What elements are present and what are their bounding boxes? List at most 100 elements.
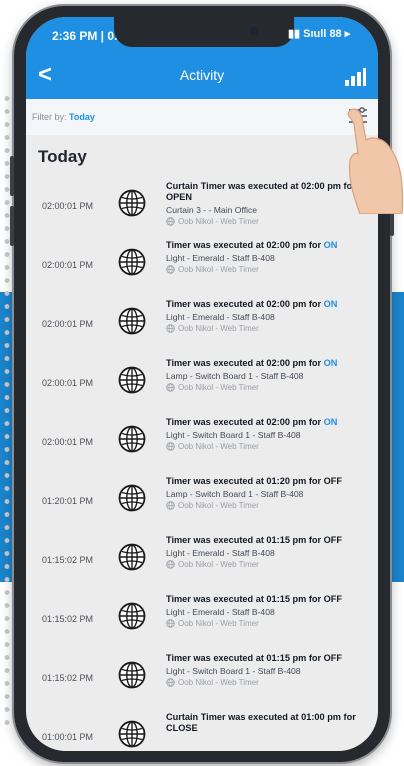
activity-time: 02:00:01 PM	[42, 260, 94, 270]
activity-title-text: Timer was executed at 01:15 pm for OFF	[166, 594, 342, 604]
activity-source-text: Oob Nikol - Web Timer	[178, 324, 259, 333]
activity-title: Timer was executed at 01:15 pm for OFF	[166, 594, 376, 605]
activity-time: 02:00:01 PM	[42, 319, 94, 329]
activity-source-text: Oob Nikol - Web Timer	[178, 619, 259, 628]
activity-source: Oob Nikol - Web Timer	[166, 442, 376, 451]
activity-text: Timer was executed at 01:15 pm for OFF Li…	[166, 535, 376, 569]
activity-time: 01:15:02 PM	[42, 555, 94, 565]
activity-row[interactable]: 02:00:01 PM Timer was executed at 02:00 p…	[26, 354, 378, 413]
activity-text: Timer was executed at 01:15 pm for OFF Li…	[166, 653, 376, 687]
activity-time: 01:20:01 PM	[42, 496, 94, 506]
volume-button	[10, 156, 14, 196]
status-bar: 2:36 PM | 0... ▮▮ Sıull 88 ▸	[26, 17, 378, 53]
activity-source: Oob Nikol - Web Timer	[166, 619, 376, 628]
small-globe-icon	[166, 501, 178, 510]
activity-row[interactable]: 02:00:01 PM Timer was executed at 02:00 p…	[26, 236, 378, 295]
small-globe-icon	[166, 265, 178, 274]
activity-source-text: Oob Nikol - Web Timer	[178, 217, 259, 226]
activity-title-text: Curtain Timer was executed at 02:00 pm f…	[166, 181, 356, 202]
activity-source: Oob Nikol - Web Timer	[166, 560, 376, 569]
activity-time: 02:00:01 PM	[42, 201, 94, 211]
camera-icon	[250, 27, 258, 35]
activity-source-text: Oob Nikol - Web Timer	[178, 442, 259, 451]
filter-value[interactable]: Today	[69, 112, 95, 122]
signal-bars-icon[interactable]	[344, 65, 366, 87]
activity-source: Oob Nikol - Web Timer	[166, 678, 376, 687]
activity-device: Light - Emerald - Staff B-408	[166, 312, 275, 322]
page-title: Activity	[179, 67, 225, 83]
notch	[114, 17, 294, 47]
activity-title-text: Timer was executed at 02:00 pm for	[166, 417, 324, 427]
globe-icon	[118, 484, 146, 512]
activity-title: Timer was executed at 02:00 pm for ON	[166, 358, 376, 369]
activity-device: Light - Emerald - Staff B-408	[166, 548, 275, 558]
activity-title: Timer was executed at 02:00 pm for ON	[166, 299, 376, 310]
activity-row[interactable]: 02:00:01 PM Timer was executed at 02:00 p…	[26, 413, 378, 472]
section-header: Today ^	[26, 135, 378, 175]
activity-text: Timer was executed at 01:20 pm for OFF La…	[166, 476, 376, 510]
activity-list: 02:00:01 PM Curtain Timer was executed at…	[26, 177, 378, 751]
activity-time: 01:15:02 PM	[42, 614, 94, 624]
globe-icon	[118, 661, 146, 689]
activity-title: Timer was executed at 01:15 pm for OFF	[166, 653, 376, 664]
globe-icon	[118, 543, 146, 571]
activity-state: ON	[323, 417, 338, 427]
activity-source: Oob Nikol - Web Timer	[166, 265, 376, 274]
activity-title: Timer was executed at 01:15 pm for OFF	[166, 535, 376, 546]
activity-text: Timer was executed at 02:00 pm for ON Lig…	[166, 417, 376, 451]
activity-title-text: Timer was executed at 02:00 pm for	[166, 358, 324, 368]
activity-source-text: Oob Nikol - Web Timer	[178, 383, 259, 392]
activity-source: Oob Nikol - Web Timer	[166, 501, 376, 510]
app-bar: < Activity	[26, 53, 378, 99]
activity-title: Timer was executed at 01:20 pm for OFF	[166, 476, 376, 487]
activity-source-text: Oob Nikol - Web Timer	[178, 501, 259, 510]
activity-source-text: Oob Nikol - Web Timer	[178, 678, 259, 687]
small-globe-icon	[166, 619, 178, 628]
activity-title-text: Timer was executed at 01:15 pm for OFF	[166, 653, 342, 663]
activity-row[interactable]: 01:15:02 PM Timer was executed at 01:15 p…	[26, 649, 378, 708]
globe-icon	[118, 720, 146, 748]
activity-row[interactable]: 01:00:01 PM Curtain Timer was executed at…	[26, 708, 378, 751]
small-globe-icon	[166, 324, 178, 333]
activity-device: Light - Emerald - Staff B-408	[166, 607, 275, 617]
filter-caption: Filter by:	[32, 112, 67, 122]
small-globe-icon	[166, 217, 178, 226]
activity-title: Timer was executed at 02:00 pm for ON	[166, 417, 376, 428]
activity-title-text: Timer was executed at 02:00 pm for	[166, 240, 324, 250]
activity-device: Light - Switch Board 1 - Staff B-408	[166, 666, 301, 676]
activity-device: Lamp - Switch Board 1 - Staff B-408	[166, 489, 304, 499]
volume-button	[10, 206, 14, 246]
small-globe-icon	[166, 383, 178, 392]
activity-source: Oob Nikol - Web Timer	[166, 324, 376, 333]
activity-time: 02:00:01 PM	[42, 437, 94, 447]
activity-time: 02:00:01 PM	[42, 378, 94, 388]
globe-icon	[118, 366, 146, 394]
activity-source: Oob Nikol - Web Timer	[166, 217, 376, 226]
globe-icon	[118, 248, 146, 276]
activity-source: Oob Nikol - Web Timer	[166, 383, 376, 392]
activity-row[interactable]: 01:15:02 PM Timer was executed at 01:15 p…	[26, 590, 378, 649]
globe-icon	[118, 307, 146, 335]
activity-time: 01:15:02 PM	[42, 673, 94, 683]
status-icons: ▮▮ Sıull 88 ▸	[288, 28, 351, 40]
activity-title: Timer was executed at 02:00 pm for ON	[166, 240, 376, 251]
activity-row[interactable]: 02:00:01 PM Curtain Timer was executed at…	[26, 177, 378, 236]
pointing-hand-icon	[347, 108, 404, 214]
activity-row[interactable]: 02:00:01 PM Timer was executed at 02:00 p…	[26, 295, 378, 354]
activity-device: Light - Emerald - Staff B-408	[166, 253, 275, 263]
activity-state: ON	[323, 240, 338, 250]
small-globe-icon	[166, 442, 178, 451]
activity-row[interactable]: 01:15:02 PM Timer was executed at 01:15 p…	[26, 531, 378, 590]
small-globe-icon	[166, 560, 178, 569]
small-globe-icon	[166, 678, 178, 687]
activity-source-text: Oob Nikol - Web Timer	[178, 560, 259, 569]
filter-label: Filter by: Today	[32, 112, 95, 122]
activity-title-text: Timer was executed at 01:20 pm for OFF	[166, 476, 342, 486]
phone-frame: 2:36 PM | 0... ▮▮ Sıull 88 ▸ < Activity …	[10, 6, 394, 762]
activity-time: 01:00:01 PM	[42, 732, 94, 742]
globe-icon	[118, 425, 146, 453]
activity-text: Timer was executed at 02:00 pm for ON Lig…	[166, 299, 376, 333]
activity-text: Timer was executed at 01:15 pm for OFF Li…	[166, 594, 376, 628]
activity-row[interactable]: 01:20:01 PM Timer was executed at 01:20 p…	[26, 472, 378, 531]
activity-state: ON	[323, 299, 338, 309]
